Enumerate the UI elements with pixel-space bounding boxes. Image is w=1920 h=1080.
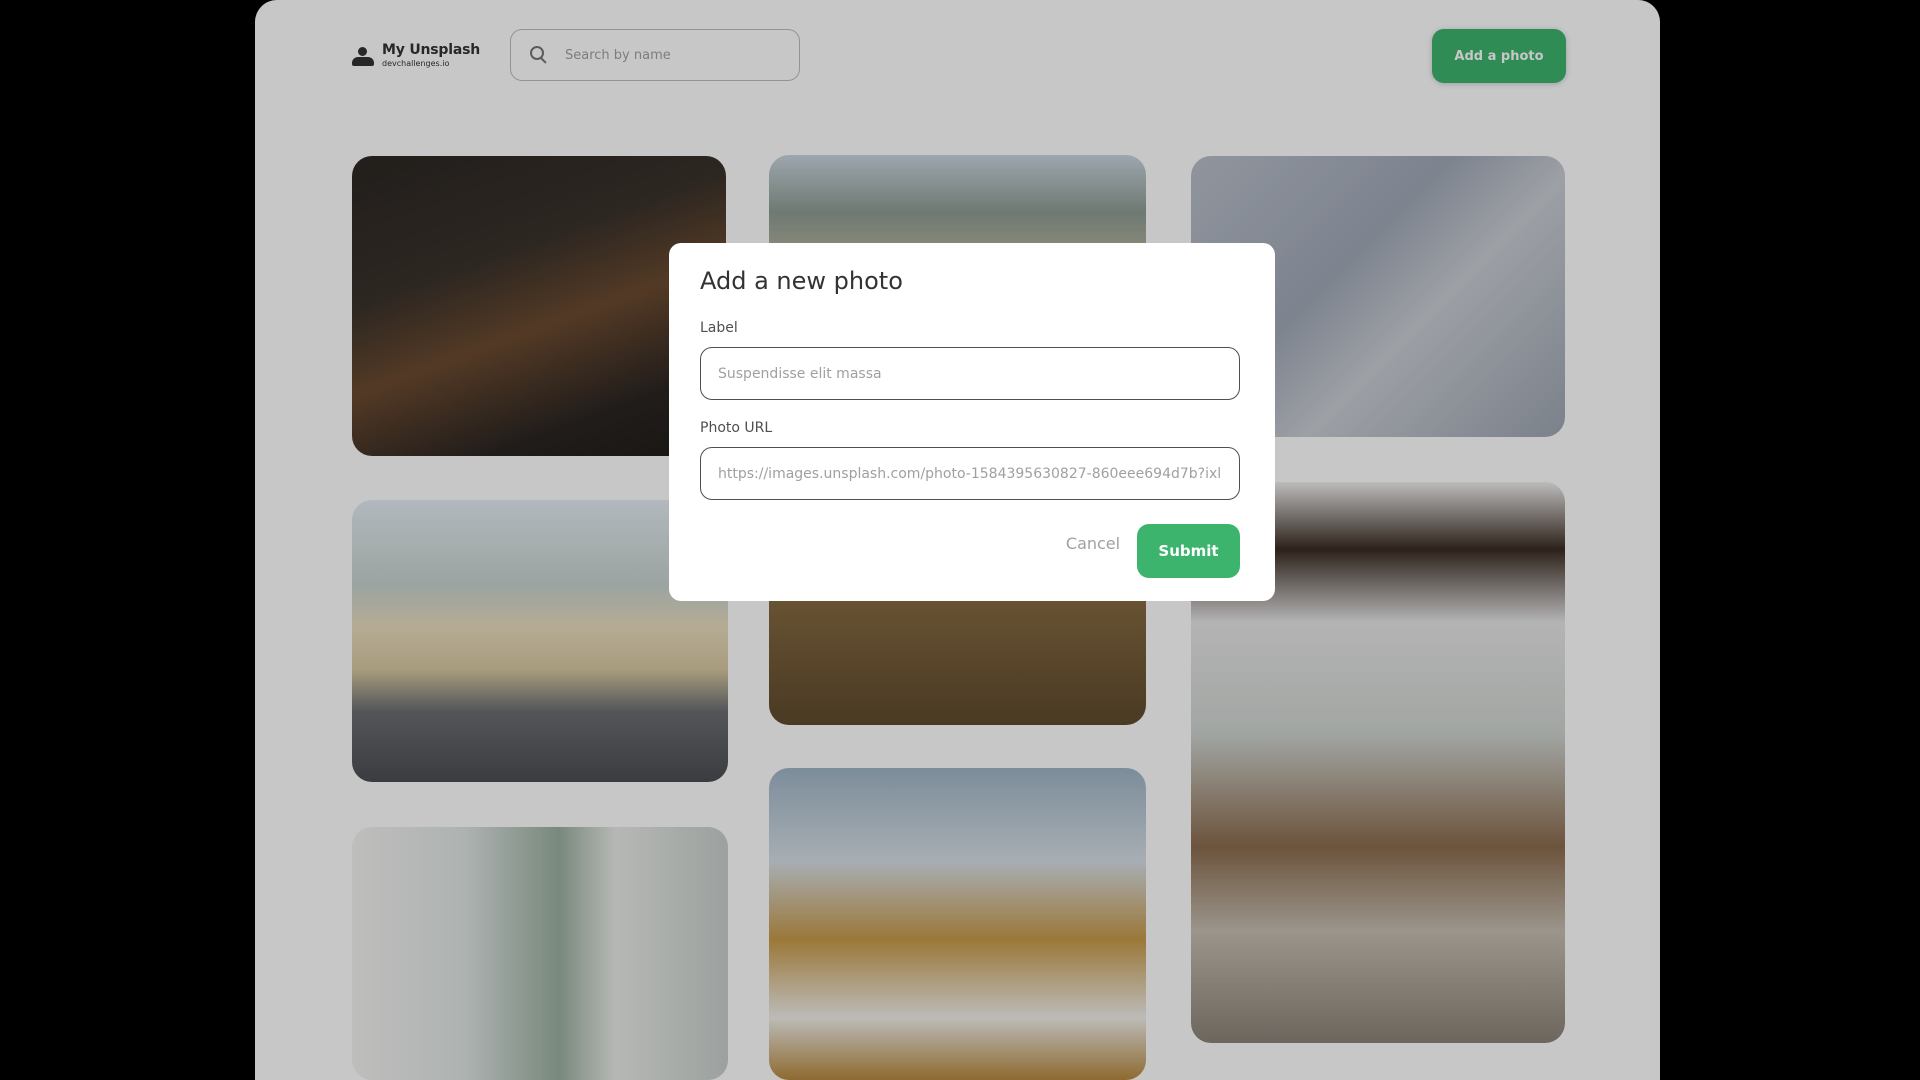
cancel-button[interactable]: Cancel [1053, 529, 1133, 557]
label-input[interactable] [700, 347, 1240, 400]
url-field-label: Photo URL [700, 420, 773, 436]
submit-button[interactable]: Submit [1137, 524, 1240, 578]
photo-url-input[interactable] [700, 447, 1240, 500]
app-frame: My Unsplash devchallenges.io Add a photo… [255, 0, 1660, 1080]
add-photo-modal: Add a new photo Label Photo URL Cancel S… [669, 243, 1275, 601]
label-field-label: Label [700, 320, 738, 336]
modal-title: Add a new photo [700, 267, 903, 295]
